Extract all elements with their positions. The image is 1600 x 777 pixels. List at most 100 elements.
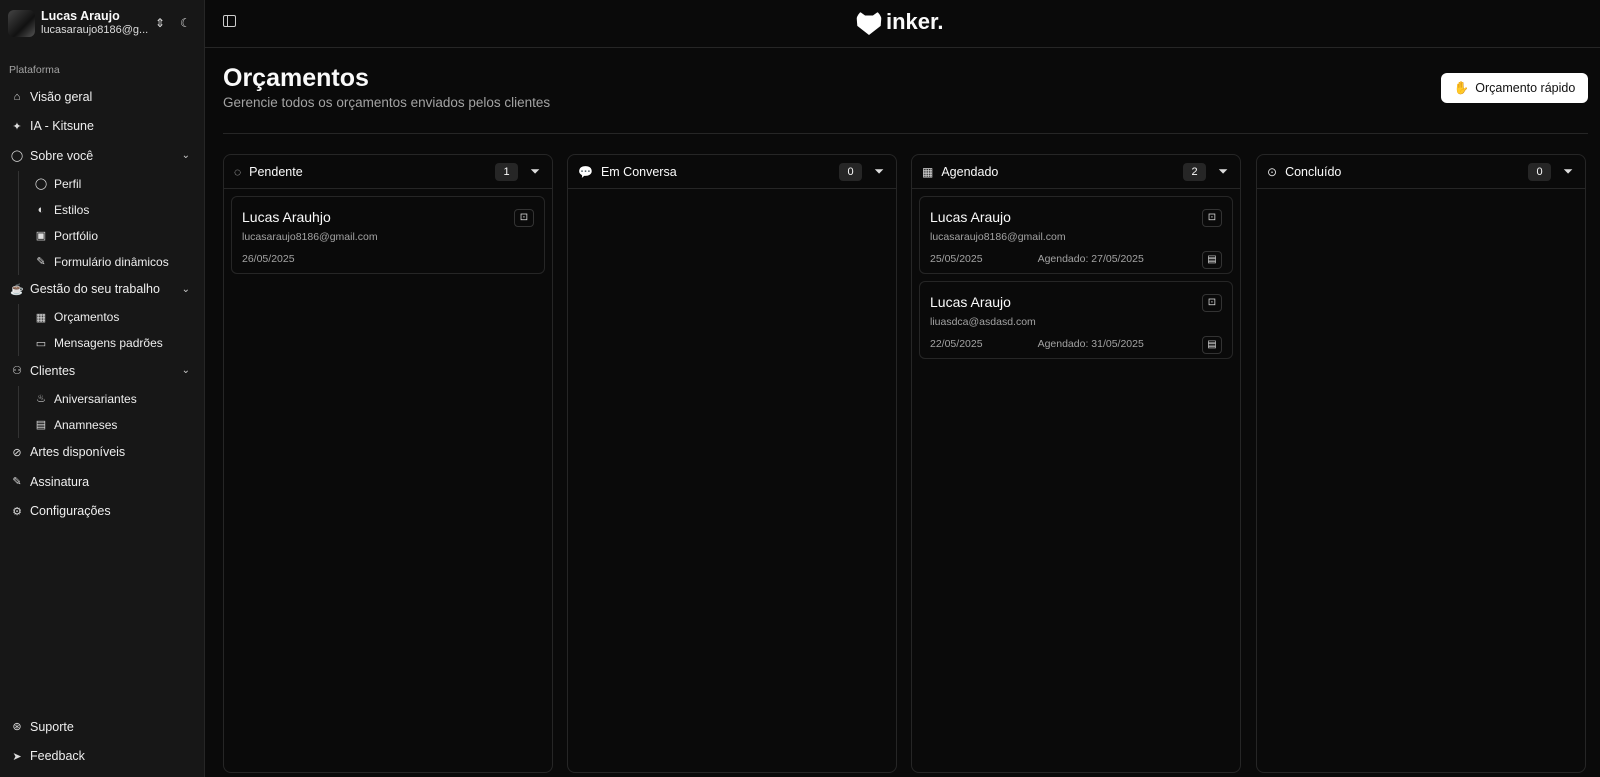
sidebar-subitem-label: Formulário dinâmicos — [54, 254, 169, 269]
calendar-check-icon: ▦ — [922, 164, 934, 179]
signature-icon: ✎ — [12, 476, 22, 489]
sidebar-item-label: Visão geral — [30, 89, 93, 104]
user-switcher[interactable]: Lucas Araujo lucasaraujo8186@g... ⇕ ☾ — [0, 0, 204, 46]
sidebar-item-label: Artes disponíveis — [30, 445, 126, 460]
filter-icon[interactable]: ⏷ — [1218, 164, 1228, 179]
sidebar-item[interactable]: ⊛ Suporte — [0, 712, 204, 742]
sidebar-item[interactable]: ✎ Assinatura — [0, 467, 204, 497]
column-header: ▦ Agendado 2 ⏷ — [912, 155, 1240, 189]
lifebuoy-icon: ⊛ — [12, 721, 22, 734]
subitem-icon: ◐ — [37, 203, 45, 216]
quote-card[interactable]: Lucas Araujo liuasdca@asdasd.com 22/05/202… — [919, 281, 1233, 359]
sidebar-item[interactable]: ⚇ Clientes ⌄ — [0, 356, 204, 386]
topbar: inker. — [205, 0, 1600, 48]
compass-icon: ⊘ — [12, 446, 22, 459]
sidebar-item-label: Assinatura — [30, 474, 90, 489]
file-text-icon[interactable]: ▤ — [1202, 336, 1222, 354]
send-icon: ➤ — [12, 750, 22, 763]
sidebar-subitem-label: Perfil — [54, 176, 82, 191]
filter-icon[interactable]: ⏷ — [1563, 164, 1573, 179]
user-email: lucasaraujo8186@g... — [41, 24, 149, 36]
file-text-icon[interactable]: ▤ — [1202, 251, 1222, 269]
chevron-down-icon[interactable]: ⌄ — [182, 284, 190, 295]
sidebar-item[interactable]: ✦ IA - Kitsune — [0, 112, 204, 142]
created-date: 26/05/2025 — [242, 253, 295, 265]
count-badge: 1 — [495, 163, 518, 181]
chevrons-up-down-icon[interactable]: ⇕ — [155, 16, 165, 30]
column-header: ◌ Pendente 1 ⏷ — [224, 155, 552, 189]
page-title: Orçamentos — [223, 64, 369, 92]
column-header: ⊙ Concluído 0 ⏷ — [1257, 155, 1585, 189]
user-name: Lucas Araujo — [41, 9, 120, 23]
sidebar-item[interactable]: ⊘ Artes disponíveis — [0, 438, 204, 468]
quote-card[interactable]: Lucas Araujo lucasaraujo8186@gmail.com 25/… — [919, 196, 1233, 274]
quick-quote-button[interactable]: ✋ Orçamento rápido — [1441, 73, 1588, 103]
sidebar-item[interactable]: ◯ Sobre você ⌄ — [0, 141, 204, 171]
home-icon: ⌂ — [13, 90, 21, 103]
subitem-icon: ✎ — [36, 256, 46, 268]
sidebar-item-label: Suporte — [30, 719, 74, 734]
group-label: Plataforma — [9, 64, 60, 76]
sidebar-subitem[interactable]: ▣ Portfólio — [24, 223, 204, 249]
sidebar-item[interactable]: ➤ Feedback — [0, 742, 204, 772]
sidebar-toggle-icon[interactable] — [223, 15, 236, 27]
subitem-icon: ♨ — [36, 393, 46, 405]
sidebar-subitem[interactable]: ▤ Anamneses — [24, 412, 204, 438]
count-badge: 2 — [1183, 163, 1206, 181]
sidebar-item-label: IA - Kitsune — [30, 119, 94, 134]
kanban-column: 💬 Em Conversa 0 ⏷ — [567, 154, 897, 773]
subitem-icon: ◯ — [34, 178, 48, 190]
client-email: lucasaraujo8186@gmail.com — [930, 231, 1066, 243]
column-title: Agendado — [941, 164, 999, 179]
sidebar-item[interactable]: ⌂ Visão geral — [0, 82, 204, 112]
kanban-column: ▦ Agendado 2 ⏷ Lucas Araujo lucasaraujo8186@g… — [911, 154, 1241, 773]
sidebar-subitem[interactable]: ♨ Aniversariantes — [24, 386, 204, 412]
user-icon: ◯ — [10, 150, 24, 163]
chevron-down-icon[interactable]: ⌄ — [182, 150, 190, 161]
sidebar-subitem[interactable]: ▦ Orçamentos — [24, 304, 204, 330]
sidebar-subitem-label: Mensagens padrões — [54, 336, 163, 350]
bot-message-icon[interactable]: ⊡ — [1202, 209, 1222, 227]
avatar — [8, 9, 35, 37]
scheduled-date: Agendado: 31/05/2025 — [1037, 338, 1144, 350]
message-circle-icon: 💬 — [578, 164, 593, 179]
sidebar: Lucas Araujo lucasaraujo8186@g... ⇕ ☾ Pl… — [0, 0, 205, 777]
sidebar-subitem[interactable]: ◐ Estilos — [24, 197, 204, 223]
sidebar-subitem[interactable]: ✎ Formulário dinâmicos — [24, 249, 204, 275]
bot-message-icon[interactable]: ⊡ — [514, 209, 534, 227]
hand-icon: ✋ — [1453, 80, 1470, 95]
sidebar-subitem[interactable]: ▭ Mensagens padrões — [24, 330, 204, 356]
sidebar-item-label: Sobre você — [30, 148, 94, 163]
kanban-column: ⊙ Concluído 0 ⏷ — [1256, 154, 1586, 773]
sidebar-subitem-label: Aniversariantes — [54, 391, 137, 406]
scheduled-date: Agendado: 27/05/2025 — [1037, 253, 1144, 265]
quote-card[interactable]: Lucas Arauhjo lucasaraujo8186@gmail.com 26… — [231, 196, 545, 274]
submenu: ◯ Perfil ◐ Estilos ▣ Portfólio ✎ Formulário din… — [18, 170, 204, 275]
chevron-down-icon[interactable]: ⌄ — [182, 365, 190, 376]
submenu: ▦ Orçamentos ▭ Mensagens padrões — [18, 304, 204, 356]
sidebar-item[interactable]: ☕ Gestão do seu trabalho ⌄ — [0, 275, 204, 305]
sidebar-item-label: Feedback — [30, 749, 85, 764]
logo-text: inker. — [886, 9, 944, 34]
filter-icon[interactable]: ⏷ — [874, 164, 884, 179]
kanban-column: ◌ Pendente 1 ⏷ Lucas Arauhjo lucasaraujo8186@… — [223, 154, 553, 773]
sidebar-subitem[interactable]: ◯ Perfil — [24, 171, 204, 197]
created-date: 25/05/2025 — [930, 253, 983, 265]
column-title: Concluído — [1285, 164, 1342, 179]
sidebar-item-label: Gestão do seu trabalho — [30, 282, 160, 297]
moon-icon[interactable]: ☾ — [180, 16, 191, 30]
sidebar-subitem-label: Orçamentos — [54, 310, 120, 324]
sidebar-subitem-label: Portfólio — [54, 228, 99, 243]
filter-icon[interactable]: ⏷ — [530, 164, 540, 179]
subitem-icon: ▤ — [35, 419, 47, 431]
bot-message-icon[interactable]: ⊡ — [1202, 294, 1222, 312]
check-circle-icon: ⊙ — [1267, 164, 1278, 179]
subitem-icon: ▦ — [35, 311, 47, 324]
client-name: Lucas Araujo — [930, 294, 1011, 310]
submenu: ♨ Aniversariantes ▤ Anamneses — [18, 385, 204, 438]
sidebar-item[interactable]: ⚙ Configurações — [0, 497, 204, 527]
page-subtitle: Gerencie todos os orçamentos enviados pe… — [223, 95, 551, 110]
subitem-icon: ▣ — [35, 230, 47, 242]
quick-quote-label: Orçamento rápido — [1475, 81, 1576, 95]
count-badge: 0 — [839, 163, 862, 181]
